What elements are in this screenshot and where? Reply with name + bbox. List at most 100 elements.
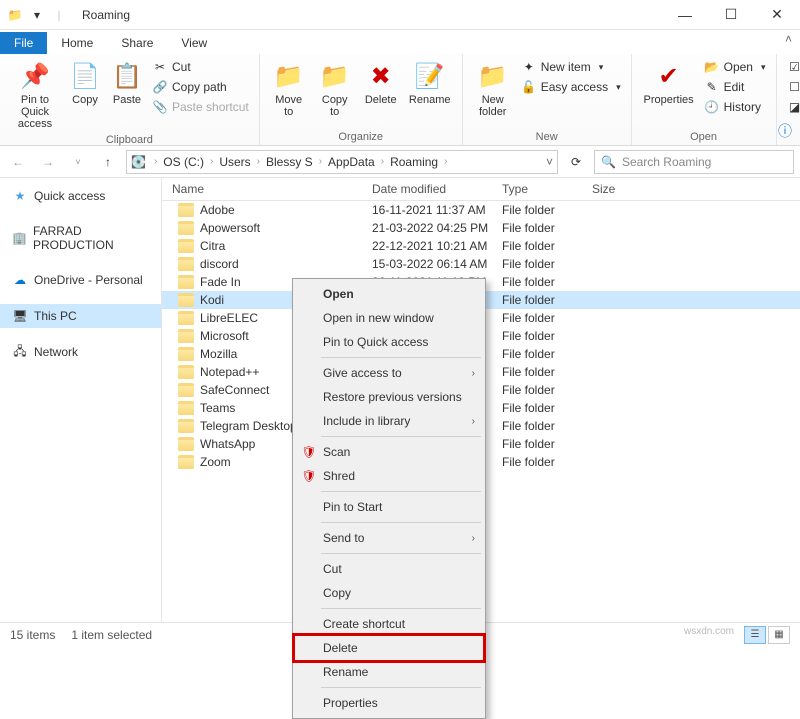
- file-name: LibreELEC: [200, 311, 258, 325]
- sidebar-item-network[interactable]: 🖧Network: [0, 340, 161, 364]
- view-details-button[interactable]: ☰: [744, 626, 766, 644]
- delete-button[interactable]: ✖Delete: [360, 58, 402, 108]
- dropdown-icon[interactable]: ▾: [28, 6, 46, 24]
- copy-icon: 📄: [69, 60, 101, 92]
- file-name: Fade In: [200, 275, 241, 289]
- breadcrumb-item[interactable]: OS (C:): [161, 153, 206, 171]
- building-icon: 🏢: [12, 230, 27, 246]
- tab-file[interactable]: File: [0, 32, 47, 54]
- ctx-shred[interactable]: 🛡Shred: [295, 464, 483, 488]
- ctx-delete[interactable]: Delete: [295, 636, 483, 660]
- folder-move-icon: 📁: [273, 60, 305, 92]
- ctx-open-new-window[interactable]: Open in new window: [295, 306, 483, 330]
- open-button[interactable]: 📂Open▾: [702, 58, 768, 76]
- file-row[interactable]: Adobe16-11-2021 11:37 AMFile folder: [162, 201, 800, 219]
- copy-to-button[interactable]: 📁Copy to: [314, 58, 356, 120]
- tab-share[interactable]: Share: [107, 32, 167, 54]
- new-folder-button[interactable]: 📁New folder: [471, 58, 515, 120]
- group-label: Organize: [268, 129, 454, 143]
- group-label: New: [471, 129, 623, 143]
- properties-button[interactable]: ✔Properties: [640, 58, 698, 108]
- ctx-rename[interactable]: Rename: [295, 660, 483, 684]
- collapse-ribbon-button[interactable]: ˄: [785, 32, 792, 46]
- folder-icon: [178, 257, 194, 271]
- ctx-copy[interactable]: Copy: [295, 581, 483, 605]
- new-item-icon: ✦: [521, 59, 537, 75]
- minimize-button[interactable]: —: [662, 0, 708, 30]
- file-date: 22-12-2021 10:21 AM: [372, 239, 502, 253]
- ctx-pin-start[interactable]: Pin to Start: [295, 495, 483, 519]
- ctx-open[interactable]: Open: [295, 282, 483, 306]
- file-row[interactable]: discord15-03-2022 06:14 AMFile folder: [162, 255, 800, 273]
- new-item-button[interactable]: ✦New item▾: [519, 58, 623, 76]
- select-none-button[interactable]: ☐Select none: [785, 78, 800, 96]
- column-date[interactable]: Date modified: [372, 182, 502, 196]
- file-type: File folder: [502, 257, 592, 271]
- move-to-button[interactable]: 📁Move to: [268, 58, 310, 120]
- column-headers: Name Date modified Type Size: [162, 178, 800, 201]
- pin-to-quick-access-button[interactable]: 📌 Pin to Quick access: [8, 58, 62, 132]
- rename-button[interactable]: 📝Rename: [406, 58, 454, 108]
- file-row[interactable]: Apowersoft21-03-2022 04:25 PMFile folder: [162, 219, 800, 237]
- search-input[interactable]: 🔍 Search Roaming: [594, 150, 794, 174]
- up-button[interactable]: ↑: [96, 150, 120, 174]
- back-button[interactable]: ←: [6, 150, 30, 174]
- separator: [321, 522, 481, 523]
- ctx-send-to[interactable]: Send to›: [295, 526, 483, 550]
- forward-button[interactable]: →: [36, 150, 60, 174]
- select-none-icon: ☐: [787, 79, 800, 95]
- refresh-button[interactable]: ⟳: [564, 150, 588, 174]
- file-name: Adobe: [200, 203, 235, 217]
- paste-shortcut-button[interactable]: 📎Paste shortcut: [150, 98, 251, 116]
- sidebar-item-onedrive[interactable]: ☁OneDrive - Personal: [0, 268, 161, 292]
- ctx-pin-quick-access[interactable]: Pin to Quick access: [295, 330, 483, 354]
- status-item-count: 15 items: [10, 628, 55, 642]
- ctx-scan[interactable]: 🛡Scan: [295, 440, 483, 464]
- sidebar-item-farrad[interactable]: 🏢FARRAD PRODUCTION: [0, 220, 161, 256]
- history-button[interactable]: 🕘History: [702, 98, 768, 116]
- easy-access-button[interactable]: 🔓Easy access▾: [519, 78, 623, 96]
- ctx-cut[interactable]: Cut: [295, 557, 483, 581]
- column-type[interactable]: Type: [502, 182, 592, 196]
- history-icon: 🕘: [704, 99, 720, 115]
- tab-home[interactable]: Home: [47, 32, 107, 54]
- dropdown-icon[interactable]: ˅: [546, 155, 553, 169]
- window-title: Roaming: [74, 8, 662, 22]
- file-row[interactable]: Citra22-12-2021 10:21 AMFile folder: [162, 237, 800, 255]
- breadcrumb-item[interactable]: AppData: [326, 153, 377, 171]
- breadcrumb-item[interactable]: Users: [217, 153, 252, 171]
- help-button[interactable]: ⓘ: [778, 121, 792, 141]
- recent-locations-button[interactable]: ˅: [66, 150, 90, 174]
- close-button[interactable]: ✕: [754, 0, 800, 30]
- file-name: SafeConnect: [200, 383, 269, 397]
- ctx-create-shortcut[interactable]: Create shortcut: [295, 612, 483, 636]
- ctx-restore-versions[interactable]: Restore previous versions: [295, 385, 483, 409]
- breadcrumb[interactable]: 💽 › OS (C:)› Users› Blessy S› AppData› R…: [126, 150, 558, 174]
- paste-button[interactable]: 📋 Paste: [108, 58, 146, 108]
- easy-access-icon: 🔓: [521, 79, 537, 95]
- copy-path-button[interactable]: 🔗Copy path: [150, 78, 251, 96]
- tab-view[interactable]: View: [167, 32, 221, 54]
- view-thumbnails-button[interactable]: ▦: [768, 626, 790, 644]
- new-folder-icon: 📁: [477, 60, 509, 92]
- copy-button[interactable]: 📄 Copy: [66, 58, 104, 108]
- breadcrumb-item[interactable]: Roaming: [388, 153, 440, 171]
- ctx-give-access[interactable]: Give access to›: [295, 361, 483, 385]
- breadcrumb-item[interactable]: Blessy S: [264, 153, 315, 171]
- file-name: Kodi: [200, 293, 224, 307]
- sidebar-item-quick-access[interactable]: ★Quick access: [0, 184, 161, 208]
- edit-button[interactable]: ✎Edit: [702, 78, 768, 96]
- folder-icon: [178, 203, 194, 217]
- sidebar-item-this-pc[interactable]: 🖥This PC: [0, 304, 161, 328]
- column-name[interactable]: Name: [162, 182, 372, 196]
- select-all-button[interactable]: ☑Select all: [785, 58, 800, 76]
- cut-button[interactable]: ✂Cut: [150, 58, 251, 76]
- column-size[interactable]: Size: [592, 182, 652, 196]
- invert-selection-button[interactable]: ◪Invert selection: [785, 98, 800, 116]
- ctx-include-library[interactable]: Include in library›: [295, 409, 483, 433]
- maximize-button[interactable]: ☐: [708, 0, 754, 30]
- shield-icon: 🛡: [301, 468, 317, 484]
- drive-icon: 💽: [131, 155, 146, 169]
- ctx-properties[interactable]: Properties: [295, 691, 483, 715]
- ribbon-group-clipboard: 📌 Pin to Quick access 📄 Copy 📋 Paste ✂Cu…: [0, 54, 260, 145]
